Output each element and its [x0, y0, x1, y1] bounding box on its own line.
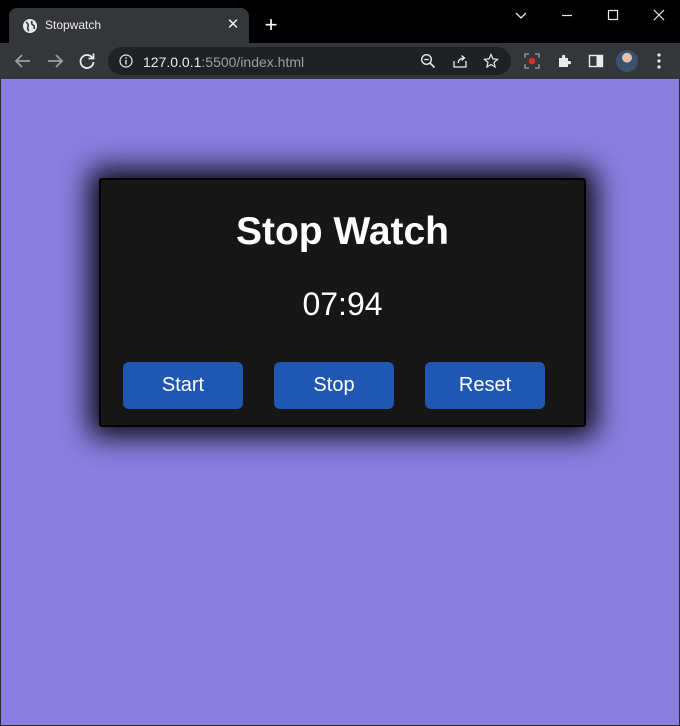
- new-tab-button[interactable]: +: [260, 14, 282, 36]
- url-host: 127.0.0.1: [143, 54, 202, 70]
- window-titlebar: Stopwatch ✕ +: [0, 0, 680, 43]
- tab-title: Stopwatch: [45, 18, 102, 32]
- address-bar[interactable]: 127.0.0.1:5500/index.html: [108, 47, 511, 75]
- page-title: Stop Watch: [235, 210, 450, 253]
- screen-recorder-icon[interactable]: [524, 53, 540, 69]
- extensions-puzzle-icon[interactable]: [556, 53, 572, 69]
- browser-toolbar: 127.0.0.1:5500/index.html: [0, 43, 680, 79]
- site-info-icon[interactable]: [119, 54, 133, 68]
- start-button[interactable]: Start: [123, 362, 243, 409]
- tab-close-icon[interactable]: ✕: [225, 17, 241, 33]
- side-panel-icon[interactable]: [588, 53, 604, 69]
- url-path: :5500/index.html: [201, 54, 305, 70]
- bookmark-star-icon[interactable]: [482, 52, 500, 69]
- avatar[interactable]: [616, 50, 638, 72]
- maximize-icon[interactable]: [598, 4, 628, 28]
- url-text: 127.0.0.1:5500/index.html: [143, 54, 304, 70]
- browser-tab[interactable]: Stopwatch ✕: [9, 8, 249, 43]
- zoom-icon[interactable]: [420, 53, 436, 69]
- time-display: 07:94: [302, 286, 383, 322]
- reset-button[interactable]: Reset: [425, 362, 545, 409]
- reload-icon[interactable]: [76, 50, 98, 72]
- forward-arrow-icon[interactable]: [44, 50, 66, 72]
- close-window-icon[interactable]: [644, 4, 674, 28]
- stop-button[interactable]: Stop: [274, 362, 394, 409]
- menu-kebab-icon[interactable]: [656, 52, 662, 70]
- share-icon[interactable]: [452, 53, 468, 69]
- tab-search-chevron-icon[interactable]: [506, 4, 536, 28]
- minimize-icon[interactable]: [552, 4, 582, 28]
- globe-icon: [22, 18, 38, 34]
- stopwatch-card: Stop Watch 07:94 Start Stop Reset: [99, 178, 586, 427]
- back-arrow-icon[interactable]: [12, 50, 34, 72]
- page-viewport: Stop Watch 07:94 Start Stop Reset: [0, 79, 680, 726]
